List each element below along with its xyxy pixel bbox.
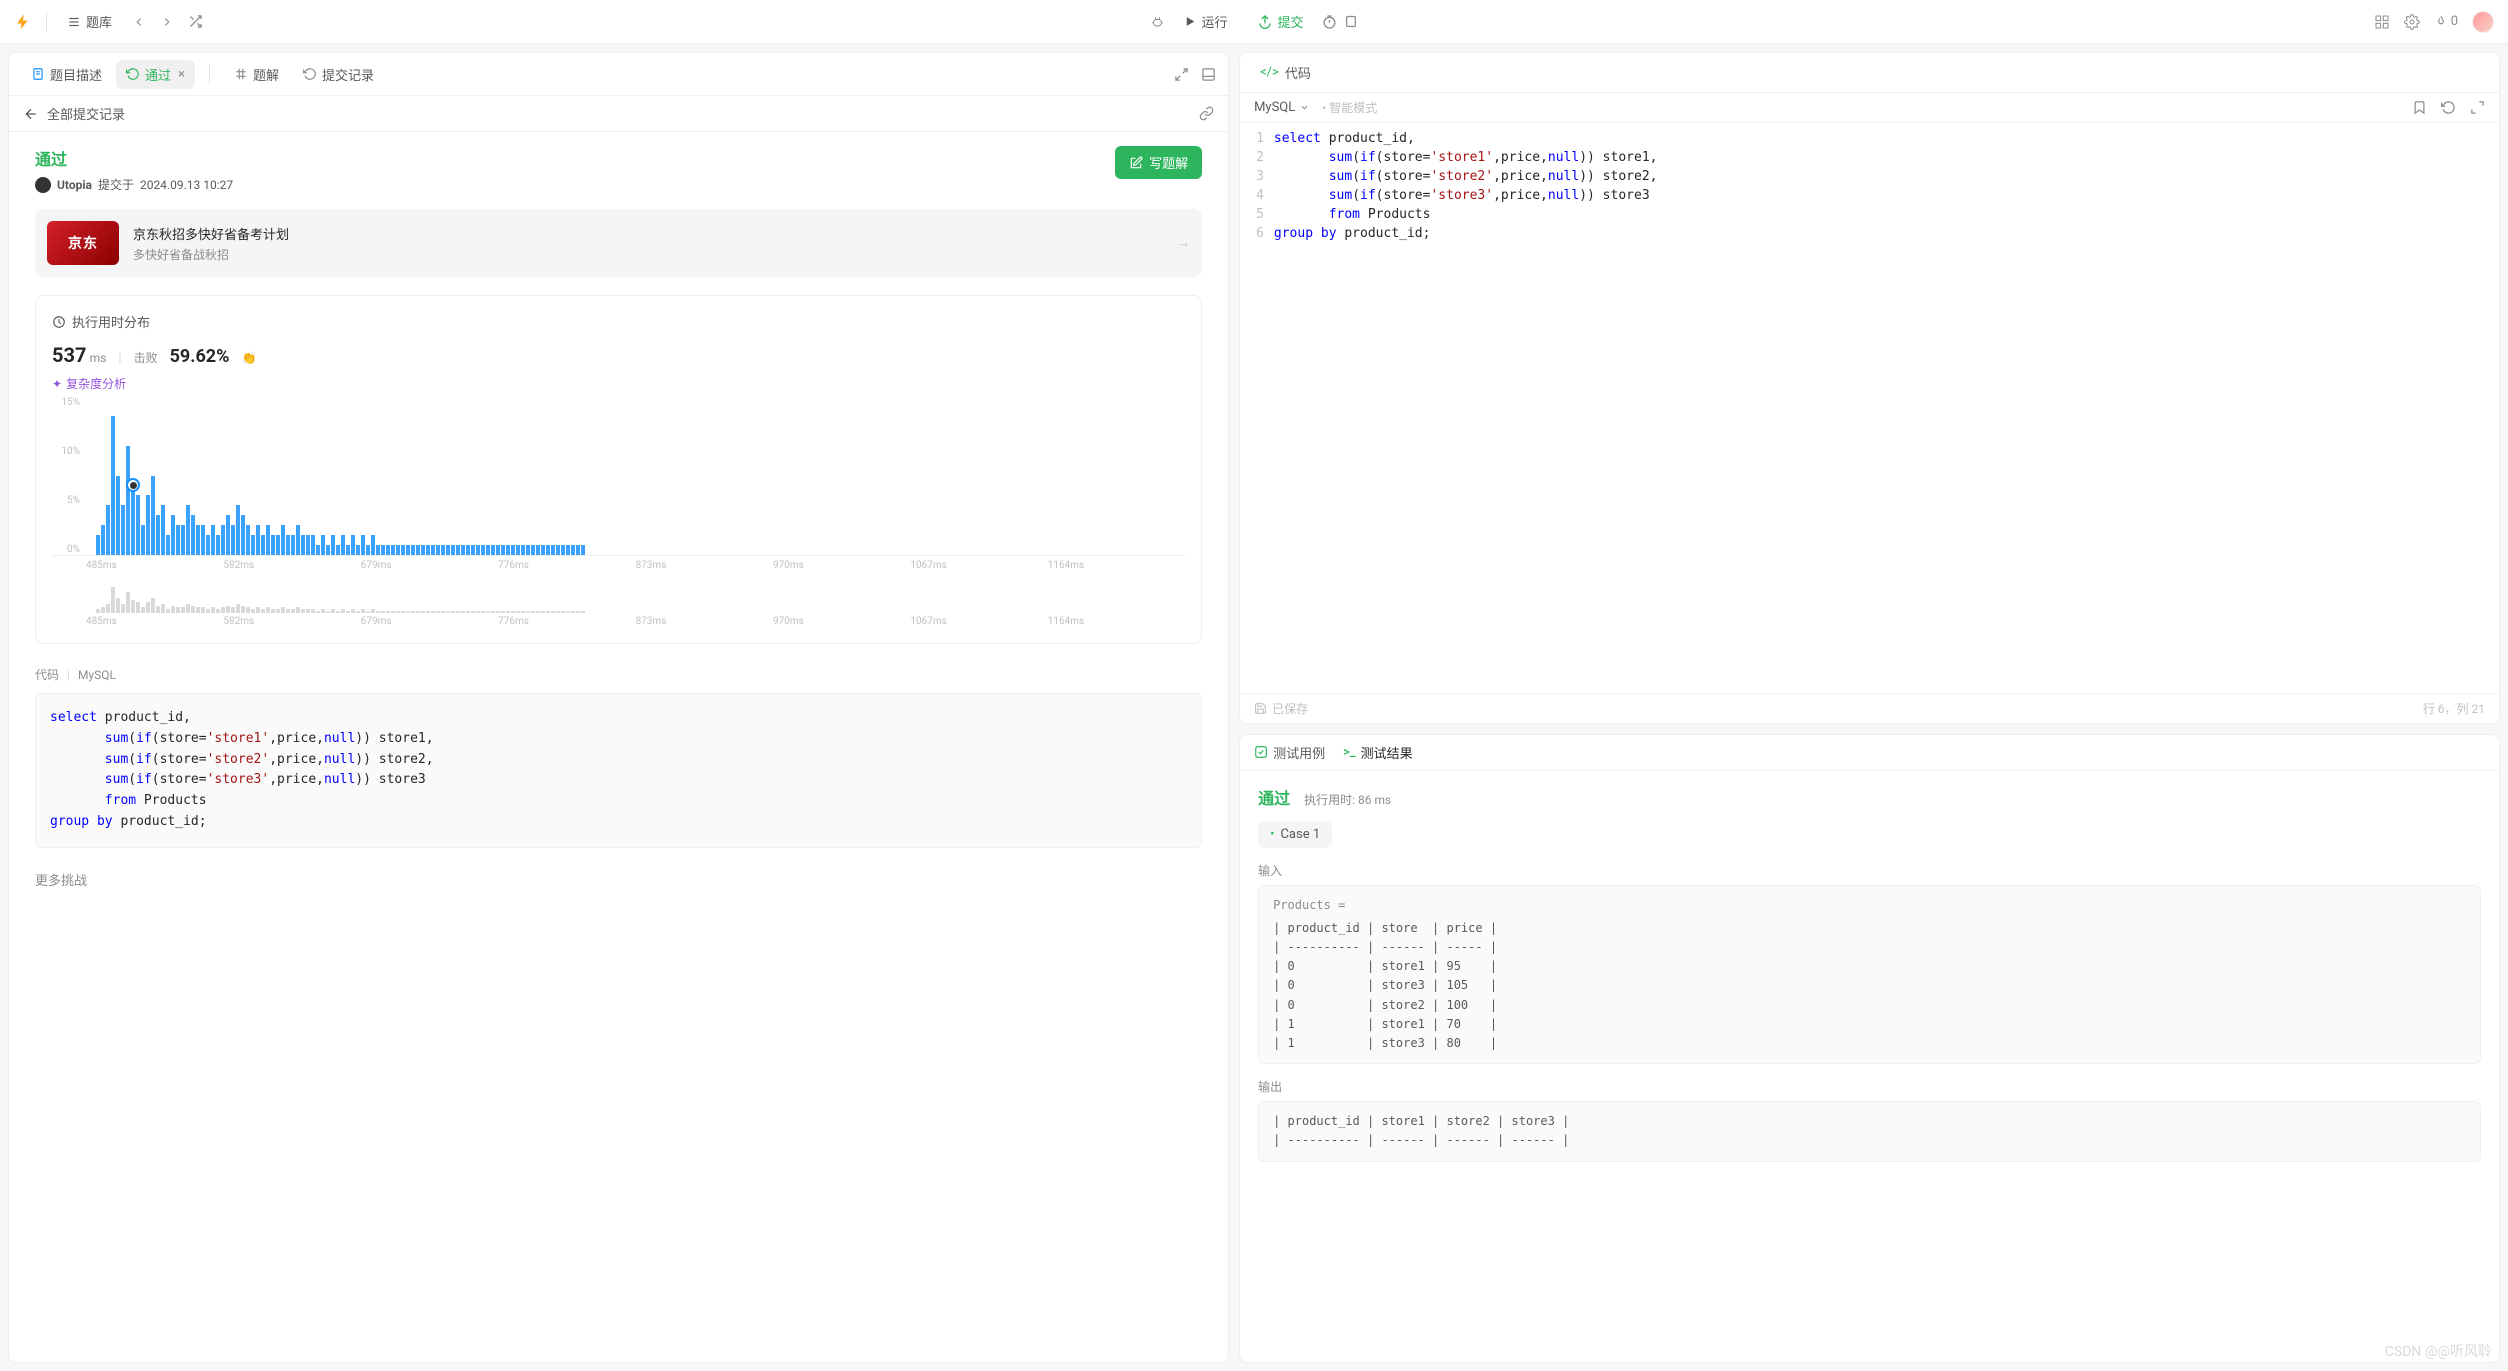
submitted-code-block: select product_id, sum(if(store='store1'… <box>35 693 1202 848</box>
promo-banner[interactable]: 京东 京东秋招多快好省备考计划 多快好省备战秋招 → <box>35 209 1202 277</box>
topbar: 题库 运行 提交 0 <box>0 0 2508 44</box>
result-pane: 测试用例 >_测试结果 通过 执行用时: 86 ms Case 1 输入 Pro… <box>1239 734 2500 1363</box>
run-button[interactable]: 运行 <box>1171 7 1239 36</box>
close-icon[interactable]: × <box>178 67 185 82</box>
reset-icon[interactable] <box>2441 100 2456 115</box>
expand-icon[interactable] <box>1174 67 1189 82</box>
avatar[interactable] <box>2472 11 2494 33</box>
output-block: | product_id | store1 | store2 | store3 … <box>1258 1101 2481 1161</box>
code-editor[interactable]: 123456 select product_id, sum(if(store='… <box>1240 123 2499 693</box>
code-icon: </> <box>1260 65 1279 80</box>
runtime-chart: 0% 5% 10% 15% 485ms582ms679ms776ms873ms9… <box>52 406 1185 627</box>
dock-icon[interactable] <box>1201 67 1216 82</box>
runtime-card: 执行用时分布 537 ms | 击败 59.62% 👏 ✦复杂度分析 0% 5% <box>35 295 1202 644</box>
submit-button[interactable]: 提交 <box>1246 7 1316 36</box>
problems-nav[interactable]: 题库 <box>61 8 118 35</box>
case-chip[interactable]: Case 1 <box>1258 821 1332 848</box>
left-pane: 题目描述 通过× 题解 提交记录 全部提交记录 通过 <box>8 52 1229 1363</box>
layout-icon[interactable] <box>2374 14 2390 30</box>
submit-meta: Utopia 提交于 2024.09.13 10:27 <box>35 176 1115 193</box>
result-pass-label: 通过 <box>1258 785 1290 809</box>
back-button[interactable] <box>23 106 39 122</box>
input-block: Products =| product_id | store | price |… <box>1258 885 2481 1065</box>
fullscreen-icon[interactable] <box>2470 100 2485 115</box>
streak-counter[interactable]: 0 <box>2434 14 2458 29</box>
saved-status: 已保存 <box>1254 700 1308 717</box>
tab-description[interactable]: 题目描述 <box>21 60 112 89</box>
promo-logo: 京东 <box>47 221 119 265</box>
code-tab-label: 代码 <box>1285 63 1311 82</box>
divider <box>199 59 220 89</box>
promo-title: 京东秋招多快好省备考计划 <box>133 224 1163 243</box>
input-label: 输入 <box>1258 862 2481 879</box>
logo-icon[interactable] <box>14 13 32 31</box>
code-editor-pane: </> 代码 MySQL 智能模式 123456 select product_i… <box>1239 52 2500 724</box>
result-runtime: 执行用时: 86 ms <box>1304 791 1391 808</box>
brush-chart[interactable]: 485ms582ms679ms776ms873ms970ms1067ms1164… <box>52 585 1185 627</box>
prev-problem-button[interactable] <box>132 15 146 29</box>
complexity-link[interactable]: ✦复杂度分析 <box>52 375 1185 392</box>
tab-history[interactable]: 提交记录 <box>293 60 384 89</box>
more-challenges: 更多挑战 <box>35 870 1202 889</box>
settings-icon[interactable] <box>2404 14 2420 30</box>
debug-icon[interactable] <box>1149 14 1165 30</box>
shuffle-button[interactable] <box>188 14 203 29</box>
tab-solution[interactable]: 题解 <box>224 60 289 89</box>
tab-test-cases[interactable]: 测试用例 <box>1254 743 1325 762</box>
cursor-position: 行 6，列 21 <box>2423 700 2485 717</box>
tab-pass[interactable]: 通过× <box>116 60 195 89</box>
output-label: 输出 <box>1258 1078 2481 1095</box>
language-select[interactable]: MySQL <box>1254 100 1310 115</box>
smart-mode-label: 智能模式 <box>1322 99 1377 116</box>
timer-icon[interactable] <box>1322 14 1338 30</box>
bookmark-icon[interactable] <box>2412 100 2427 115</box>
chevron-right-icon: → <box>1177 235 1190 251</box>
note-icon[interactable] <box>1344 14 1359 29</box>
tab-test-result[interactable]: >_测试结果 <box>1343 743 1413 762</box>
pass-title: 通过 <box>35 146 1115 170</box>
next-problem-button[interactable] <box>160 15 174 29</box>
link-icon[interactable] <box>1199 106 1214 121</box>
code-section-header: 代码|MySQL <box>35 666 1202 683</box>
write-solution-button[interactable]: 写题解 <box>1115 146 1202 179</box>
sub-header-title: 全部提交记录 <box>47 104 125 123</box>
promo-subtitle: 多快好省备战秋招 <box>133 246 1163 263</box>
user-avatar-small <box>35 177 51 193</box>
